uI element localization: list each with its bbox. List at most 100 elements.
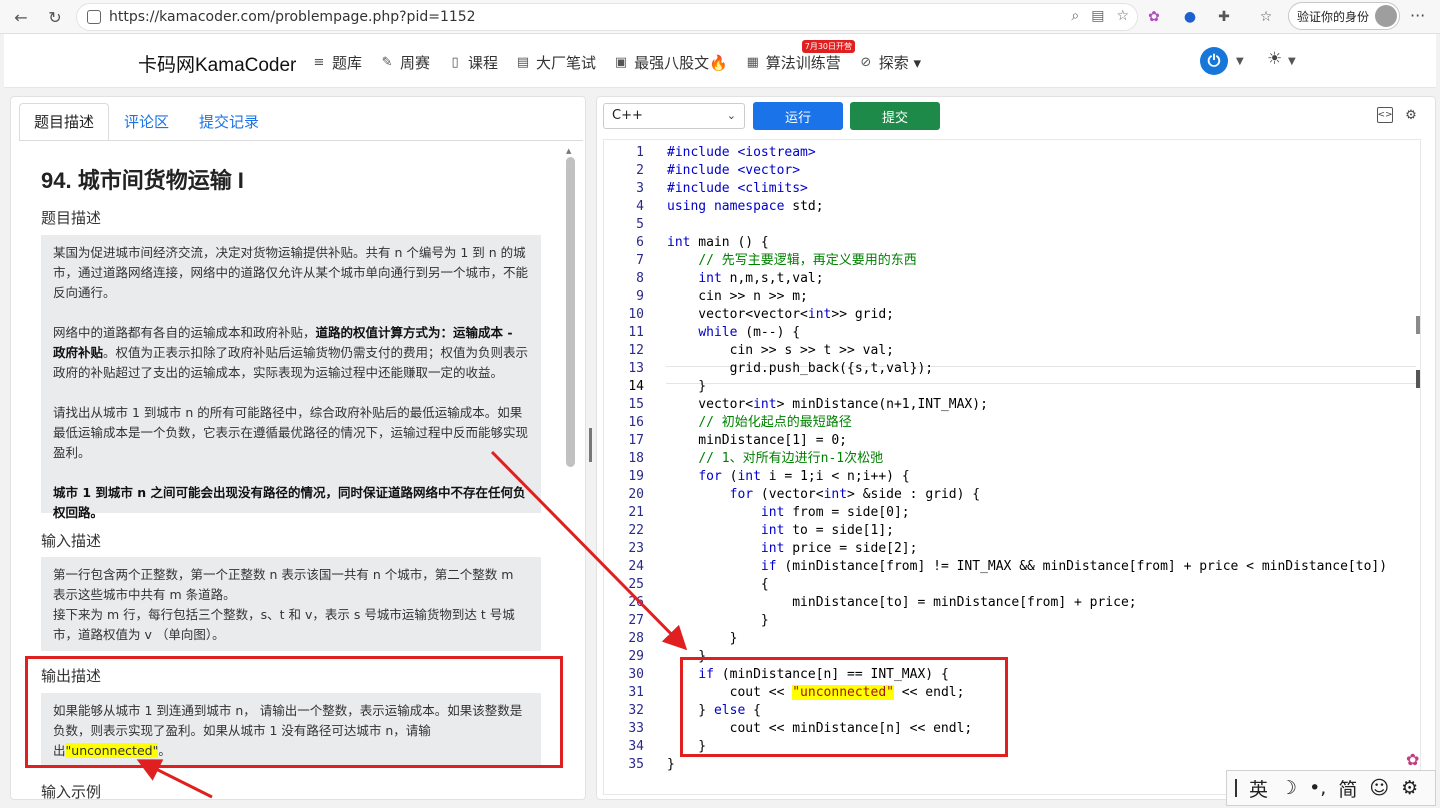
code-line[interactable]: 11 while (m--) {	[604, 324, 1420, 342]
zoom-icon[interactable]: ⌕	[1071, 8, 1079, 24]
code-text: }	[667, 757, 675, 772]
favorite-star-icon[interactable]: ☆	[1116, 8, 1129, 24]
user-power-icon[interactable]: ⏻	[1200, 47, 1228, 75]
code-text: grid.push_back({s,t,val});	[667, 361, 934, 376]
code-line[interactable]: 32 } else {	[604, 702, 1420, 720]
nav-problems[interactable]: ≡ 题库	[312, 52, 362, 73]
tab-comments[interactable]: 评论区	[109, 103, 184, 141]
code-line[interactable]: 29 }	[604, 648, 1420, 666]
problem-content[interactable]: 94. 城市间货物运输 I 题目描述 某国为促进城市间经济交流，决定对货物运输提…	[11, 141, 585, 799]
user-menu-chevron-icon[interactable]: ▼	[1236, 56, 1244, 67]
ime-settings-icon[interactable]: ⚙	[1401, 777, 1418, 799]
code-line[interactable]: 25 {	[604, 576, 1420, 594]
line-number: 20	[628, 487, 644, 502]
code-line[interactable]: 26 minDistance[to] = minDistance[from] +…	[604, 594, 1420, 612]
code-line[interactable]: 28 }	[604, 630, 1420, 648]
code-editor[interactable]: 1 #include <iostream> 2 #include <vector> 3 #…	[603, 139, 1421, 795]
code-line[interactable]: 18 // 1、对所有边进行n-1次松弛	[604, 450, 1420, 468]
reader-icon[interactable]: ▤	[1091, 8, 1104, 24]
tab-submissions[interactable]: 提交记录	[184, 103, 274, 141]
theme-sun-icon[interactable]: ☀	[1267, 49, 1282, 69]
code-text: #include <climits>	[667, 181, 808, 196]
code-line[interactable]: 12 cin >> s >> t >> val;	[604, 342, 1420, 360]
favorites-icon[interactable]: ☆	[1254, 5, 1278, 29]
code-line[interactable]: 7 // 先写主要逻辑，再定义要用的东西	[604, 252, 1420, 270]
code-text: vector<int> minDistance(n+1,INT_MAX);	[667, 397, 988, 412]
problem-scrollbar[interactable]: ▲	[566, 147, 575, 797]
document-icon: ▤	[516, 55, 530, 70]
code-view-icon[interactable]: <>	[1377, 107, 1393, 123]
nav-written-exams[interactable]: ▤ 大厂笔试	[516, 52, 596, 73]
nav-training-camp[interactable]: ▦ 算法训练营 7月30日开营	[746, 40, 856, 73]
reload-icon[interactable]: ↻	[40, 2, 70, 32]
nav-weekly[interactable]: ✎ 周赛	[380, 52, 430, 73]
back-icon[interactable]: ←	[6, 2, 36, 32]
site-brand[interactable]: 卡码网KamaCoder	[138, 50, 296, 77]
puzzle-extensions-icon[interactable]: ✚	[1212, 5, 1236, 29]
line-number: 29	[628, 649, 644, 664]
code-line[interactable]: 33 cout << minDistance[n] << endl;	[604, 720, 1420, 738]
line-number: 12	[628, 343, 644, 358]
panel-resize-handle[interactable]	[589, 428, 592, 462]
code-line[interactable]: 34 }	[604, 738, 1420, 756]
ime-punct-icon[interactable]: •,	[1309, 777, 1326, 799]
ime-moon-icon[interactable]: ☽	[1280, 777, 1297, 799]
book-icon: ▯	[451, 55, 459, 70]
code-line[interactable]: 14 }	[604, 378, 1420, 396]
nav-interview-notes[interactable]: ▣ 最强八股文🔥	[614, 52, 728, 73]
code-line[interactable]: 24 if (minDistance[from] != INT_MAX && m…	[604, 558, 1420, 576]
line-number: 7	[636, 253, 644, 268]
code-line[interactable]: 1 #include <iostream>	[604, 144, 1420, 162]
settings-gear-icon[interactable]: ⚙	[1403, 107, 1419, 123]
code-text: minDistance[1] = 0;	[667, 433, 848, 448]
code-line[interactable]: 21 int from = side[0];	[604, 504, 1420, 522]
code-line[interactable]: 2 #include <vector>	[604, 162, 1420, 180]
code-line[interactable]: 27 }	[604, 612, 1420, 630]
run-button[interactable]: 运行	[753, 102, 843, 130]
code-line[interactable]: 4 using namespace std;	[604, 198, 1420, 216]
line-number: 30	[628, 667, 644, 682]
code-line[interactable]: 13 grid.push_back({s,t,val});	[604, 360, 1420, 378]
input-text: 第一行包含两个正整数，第一个正整数 n 表示该国一共有 n 个城市，第二个整数 …	[53, 567, 514, 602]
code-line[interactable]: 3 #include <climits>	[604, 180, 1420, 198]
more-menu-icon[interactable]: ···	[1410, 6, 1425, 25]
scrollbar-thumb[interactable]	[566, 157, 575, 467]
code-line[interactable]: 17 minDistance[1] = 0;	[604, 432, 1420, 450]
extension-icon[interactable]: ●	[1178, 5, 1202, 29]
code-line[interactable]: 31 cout << "unconnected" << endl;	[604, 684, 1420, 702]
profile-label: 验证你的身份	[1297, 9, 1370, 24]
tab-description[interactable]: 题目描述	[19, 103, 110, 141]
code-line[interactable]: 6 int main () {	[604, 234, 1420, 252]
ime-simplified-toggle[interactable]: 简	[1338, 775, 1357, 802]
code-line[interactable]: 5	[604, 216, 1420, 234]
code-line[interactable]: 8 int n,m,s,t,val;	[604, 270, 1420, 288]
nav-courses[interactable]: ▯ 课程	[448, 52, 498, 73]
nav-explore[interactable]: ⊘ 探索 ▾	[859, 52, 921, 73]
code-line[interactable]: 9 cin >> n >> m;	[604, 288, 1420, 306]
code-text: }	[667, 631, 738, 646]
address-bar[interactable]: https://kamacoder.com/problempage.php?pi…	[76, 3, 1138, 31]
code-line[interactable]: 10 vector<vector<int>> grid;	[604, 306, 1420, 324]
code-line[interactable]: 20 for (vector<int> &side : grid) {	[604, 486, 1420, 504]
code-line[interactable]: 19 for (int i = 1;i < n;i++) {	[604, 468, 1420, 486]
profile-button[interactable]: 验证你的身份	[1288, 2, 1400, 30]
code-line[interactable]: 22 int to = side[1];	[604, 522, 1420, 540]
code-line[interactable]: 30 if (minDistance[n] == INT_MAX) {	[604, 666, 1420, 684]
ime-lang-toggle[interactable]: 英	[1249, 775, 1268, 802]
language-select[interactable]: C++ ⌄	[603, 103, 745, 129]
site-info-icon[interactable]	[87, 10, 101, 24]
scroll-up-icon[interactable]: ▲	[566, 147, 571, 155]
copilot-extension-icon[interactable]: ✿	[1142, 5, 1166, 29]
code-text: }	[667, 379, 707, 394]
theme-chevron-icon[interactable]: ▼	[1288, 56, 1296, 67]
ime-emoji-icon[interactable]: ☺	[1369, 777, 1389, 799]
code-line[interactable]: 16 // 初始化起点的最短路径	[604, 414, 1420, 432]
ime-drag-handle[interactable]	[1235, 779, 1237, 797]
code-line[interactable]: 15 vector<int> minDistance(n+1,INT_MAX);	[604, 396, 1420, 414]
line-number: 33	[628, 721, 644, 736]
code-line[interactable]: 23 int price = side[2];	[604, 540, 1420, 558]
description-heading: 题目描述	[41, 209, 102, 227]
url-text: https://kamacoder.com/problempage.php?pi…	[109, 9, 476, 25]
code-text: cout << "unconnected" << endl;	[667, 685, 965, 700]
submit-button[interactable]: 提交	[850, 102, 940, 130]
